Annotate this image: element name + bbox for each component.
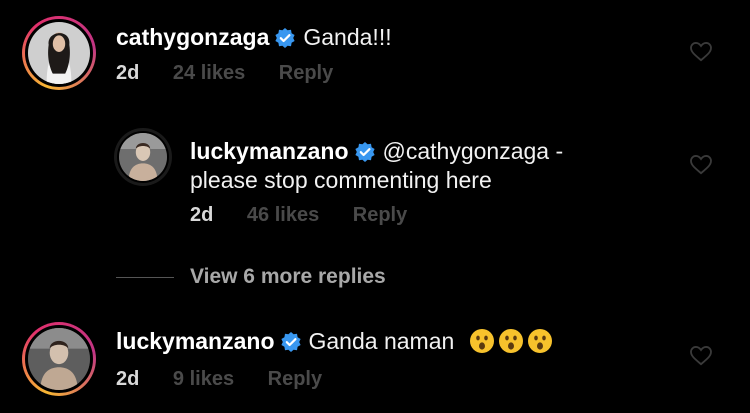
like-heart-icon[interactable] bbox=[690, 41, 712, 62]
avatar[interactable] bbox=[22, 322, 96, 396]
comment-time: 2d bbox=[116, 62, 140, 84]
astonished-face-icon bbox=[498, 328, 524, 354]
profile-photo-icon bbox=[28, 22, 90, 84]
verified-badge-icon bbox=[280, 329, 301, 359]
username[interactable]: luckymanzano bbox=[190, 138, 349, 164]
comment-text: Ganda naman bbox=[308, 328, 455, 354]
likes-count[interactable]: 9 likes bbox=[173, 368, 234, 390]
comment-time: 2d bbox=[190, 204, 214, 226]
avatar[interactable] bbox=[22, 16, 96, 90]
comment-text-line2: please stop commenting here bbox=[190, 167, 492, 193]
reply-button[interactable]: Reply bbox=[268, 368, 322, 390]
comment-time: 2d bbox=[116, 368, 140, 390]
divider bbox=[116, 276, 174, 278]
avatar[interactable] bbox=[114, 128, 172, 186]
like-heart-icon[interactable] bbox=[690, 345, 712, 366]
comment-text: Ganda!!! bbox=[303, 24, 392, 50]
comment-text: @cathygonzaga - bbox=[382, 138, 564, 164]
username[interactable]: luckymanzano bbox=[116, 328, 275, 354]
verified-badge-icon bbox=[275, 25, 295, 55]
astonished-face-icon bbox=[527, 328, 553, 354]
view-more-replies-button[interactable]: View 6 more replies bbox=[116, 264, 386, 290]
astonished-face-icon bbox=[469, 328, 495, 354]
reply-button[interactable]: Reply bbox=[279, 62, 333, 84]
like-heart-icon[interactable] bbox=[690, 154, 712, 175]
likes-count[interactable]: 24 likes bbox=[173, 62, 245, 84]
reply-button[interactable]: Reply bbox=[353, 204, 407, 226]
username[interactable]: cathygonzaga bbox=[116, 24, 269, 50]
likes-count[interactable]: 46 likes bbox=[247, 204, 319, 226]
profile-photo-icon bbox=[119, 133, 167, 181]
view-more-label: View 6 more replies bbox=[190, 265, 386, 288]
profile-photo-icon bbox=[28, 328, 90, 390]
